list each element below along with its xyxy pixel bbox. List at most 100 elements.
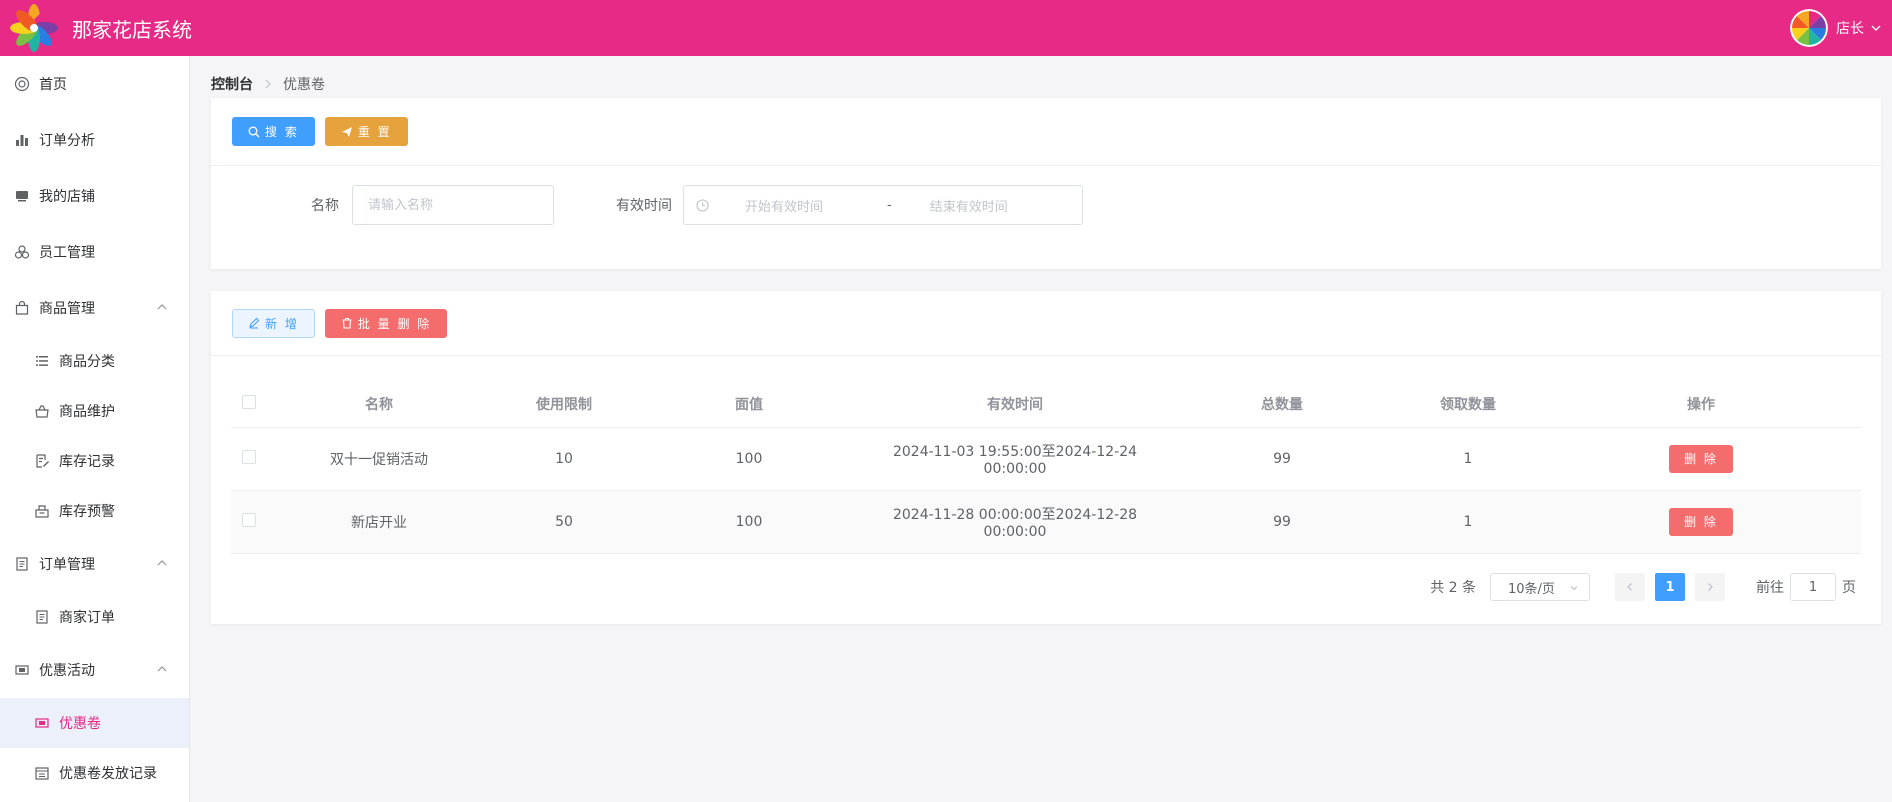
bar-chart-icon [14,132,30,148]
sidebar-item-label: 订单管理 [39,557,95,573]
column-header: 名称 [267,382,491,428]
box-alert-icon [34,503,50,519]
batch-delete-button-label: 批 量 删 除 [357,316,432,331]
cell-limit: 50 [491,490,637,554]
flower-logo-icon [10,4,58,52]
cell-limit: 10 [491,427,637,491]
order-doc-icon [34,609,50,625]
column-header: 有效时间 [861,382,1169,428]
cell-period: 2024-11-03 19:55:00至2024-12-24 00:00:00 [861,427,1169,491]
coupon-table: 名称 使用限制 面值 有效时间 总数量 领取数量 操作 双十一促销活动 10 1… [231,382,1861,554]
sidebar-item-home[interactable]: 首页 [0,56,189,112]
shopping-bag-icon [14,300,30,316]
next-page-button[interactable] [1695,573,1725,601]
table-header-row: 名称 使用限制 面值 有效时间 总数量 领取数量 操作 [231,382,1861,428]
sidebar-item-staff[interactable]: 员工管理 [0,224,189,280]
search-button[interactable]: 搜 索 [232,117,315,146]
column-header: 领取数量 [1395,382,1541,428]
sidebar-item-label: 商品分类 [59,354,115,370]
row-checkbox[interactable] [242,449,256,464]
column-header: 使用限制 [491,382,637,428]
search-toolbar: 搜 索 重 置 [211,98,1881,166]
sidebar-item-label: 优惠卷发放记录 [59,766,157,782]
cell-name: 新店开业 [267,490,491,554]
row-checkbox[interactable] [242,512,256,527]
breadcrumb-root[interactable]: 控制台 [211,74,253,94]
reset-button[interactable]: 重 置 [324,117,408,146]
edit-icon [249,317,260,329]
cell-period: 2024-11-28 00:00:00至2024-12-28 00:00:00 [861,490,1169,554]
sidebar-item-my-shop[interactable]: 我的店铺 [0,168,189,224]
start-date-input[interactable]: 开始有效时间 [745,196,865,215]
data-panel: 新 增 批 量 删 除 名称 使用限制 面值 有效时间 总数量 领取数量 操作 [211,291,1881,624]
end-date-input[interactable]: 结束有效时间 [930,196,1008,215]
sidebar-item-label: 员工管理 [39,245,95,261]
cell-value: 100 [637,427,861,491]
app-title: 那家花店系统 [72,17,192,42]
sidebar-item-label: 我的店铺 [39,189,95,205]
breadcrumb: 控制台 优惠卷 [211,74,325,94]
sidebar-item-merchant-orders[interactable]: 商家订单 [0,592,189,642]
select-all-checkbox[interactable] [242,395,256,410]
cell-value: 100 [637,490,861,554]
cell-name: 双十一促销活动 [267,427,491,491]
staff-icon [14,244,30,260]
calendar-list-icon [34,765,50,781]
time-filter-label: 有效时间 [616,198,672,214]
bag-icon [34,403,50,419]
chevron-left-icon [1627,583,1632,591]
chevron-down-icon [1570,586,1578,591]
ticket-icon [34,715,50,731]
sidebar-item-label: 优惠活动 [39,663,95,679]
sidebar-item-coupon-records[interactable]: 优惠卷发放记录 [0,748,189,798]
range-separator: - [887,197,892,213]
sidebar-item-product-maintenance[interactable]: 商品维护 [0,386,189,436]
sidebar-item-product-management[interactable]: 商品管理 [0,280,189,336]
date-range-picker[interactable]: 开始有效时间 - 结束有效时间 [683,185,1083,225]
user-avatar [1790,9,1828,47]
chevron-down-icon [1871,25,1881,31]
page-size-value: 10条/页 [1508,581,1555,597]
pagination: 共 2 条 10条/页 1 前往 1 页 [1430,573,1856,601]
user-name: 店长 [1836,21,1864,37]
sidebar-item-coupons[interactable]: 优惠卷 [0,698,189,748]
order-doc-icon [14,556,30,572]
top-header: 那家花店系统 店长 [0,0,1892,56]
user-menu[interactable]: 店长 [1790,7,1882,49]
page-jump: 前往 1 页 [1756,573,1856,601]
chevron-up-icon [157,304,167,310]
sidebar-item-label: 订单分析 [39,133,95,149]
sidebar-item-stock-records[interactable]: 库存记录 [0,436,189,486]
name-filter-label: 名称 [311,198,339,214]
delete-button[interactable]: 删 除 [1669,507,1733,536]
sidebar-item-stock-warning[interactable]: 库存预警 [0,486,189,536]
send-icon [341,126,352,137]
sidebar-item-promotions[interactable]: 优惠活动 [0,642,189,698]
sidebar-item-order-analysis[interactable]: 订单分析 [0,112,189,168]
sidebar-item-order-management[interactable]: 订单管理 [0,536,189,592]
sidebar-item-label: 首页 [39,77,67,93]
column-header: 面值 [637,382,861,428]
filter-row: 名称 有效时间 开始有效时间 - 结束有效时间 [211,166,1881,269]
prev-page-button[interactable] [1615,573,1645,601]
name-filter-field[interactable] [352,185,554,225]
delete-button[interactable]: 删 除 [1669,444,1733,473]
sidebar-item-label: 商品管理 [39,301,95,317]
chevron-right-icon [265,79,271,89]
goto-page-input[interactable]: 1 [1790,573,1836,601]
clock-icon [696,198,709,212]
page-size-select[interactable]: 10条/页 [1490,573,1590,601]
sidebar-item-label: 库存记录 [59,454,115,470]
batch-delete-button[interactable]: 批 量 删 除 [324,308,448,338]
page-number-button[interactable]: 1 [1655,573,1685,601]
sidebar-item-product-category[interactable]: 商品分类 [0,336,189,386]
action-toolbar: 新 增 批 量 删 除 [211,291,1881,356]
total-count: 共 2 条 [1430,580,1476,596]
add-button[interactable]: 新 增 [232,308,315,338]
goto-label: 前往 [1756,580,1784,596]
trash-icon [342,317,352,329]
shop-icon [14,188,30,204]
document-edit-icon [34,453,50,469]
name-input[interactable] [353,197,553,213]
list-icon [34,353,50,369]
